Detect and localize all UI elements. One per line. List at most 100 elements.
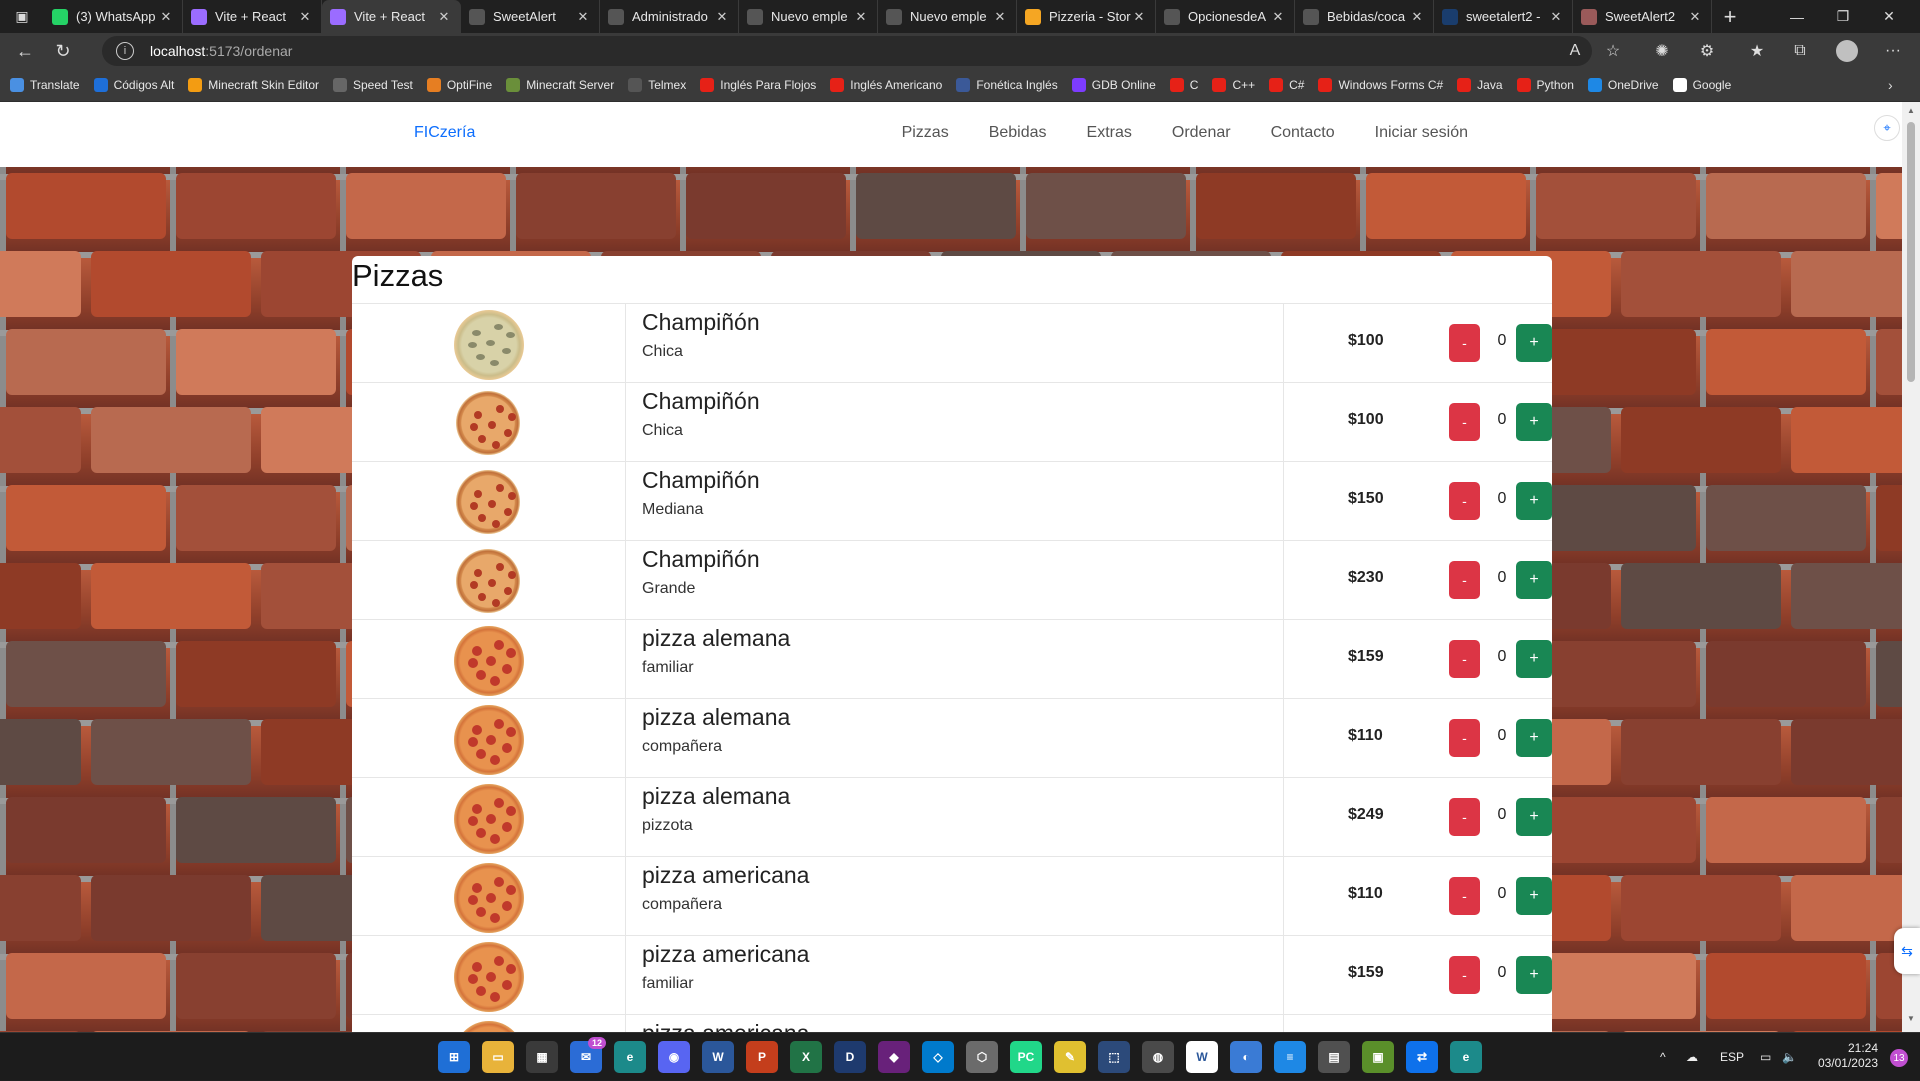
calculator-icon[interactable]: ▤ bbox=[1318, 1041, 1350, 1073]
minecraft-icon[interactable]: ▣ bbox=[1362, 1041, 1394, 1073]
excel-icon[interactable]: X bbox=[790, 1041, 822, 1073]
tab-close-icon[interactable]: ✕ bbox=[992, 9, 1008, 25]
brand-link[interactable]: FICzería bbox=[414, 124, 475, 142]
browser-tab[interactable]: Vite + React ✕ bbox=[322, 0, 461, 33]
powerpoint-icon[interactable]: P bbox=[746, 1041, 778, 1073]
notification-badge[interactable]: 13 bbox=[1890, 1049, 1908, 1067]
browser-tab[interactable]: (3) WhatsApp ✕ bbox=[44, 0, 183, 33]
bookmark-item[interactable]: Translate bbox=[10, 78, 80, 92]
puzzle-icon[interactable]: ⚙ bbox=[1690, 33, 1724, 69]
tab-close-icon[interactable]: ✕ bbox=[1409, 9, 1425, 25]
decrease-quantity-button[interactable]: - bbox=[1449, 798, 1480, 836]
sticky-app-icon[interactable]: ✎ bbox=[1054, 1041, 1086, 1073]
ssms-icon[interactable]: ⬚ bbox=[1098, 1041, 1130, 1073]
page-scrollbar[interactable]: ▲ ▼ bbox=[1902, 102, 1920, 1032]
tab-close-icon[interactable]: ✕ bbox=[1131, 9, 1147, 25]
scroll-down-icon[interactable]: ▼ bbox=[1906, 1014, 1916, 1023]
visual-studio-icon[interactable]: ◆ bbox=[878, 1041, 910, 1073]
chrome-icon[interactable]: ◍ bbox=[1142, 1041, 1174, 1073]
profile-avatar[interactable] bbox=[1830, 33, 1864, 69]
tab-close-icon[interactable]: ✕ bbox=[1270, 9, 1286, 25]
browser-tab[interactable]: SweetAlert2 ✕ bbox=[1573, 0, 1712, 33]
mail-icon[interactable]: ✉ 12 bbox=[570, 1037, 607, 1073]
tab-close-icon[interactable]: ✕ bbox=[853, 9, 869, 25]
decrease-quantity-button[interactable]: - bbox=[1449, 877, 1480, 915]
nav-link[interactable]: Contacto bbox=[1271, 124, 1335, 142]
site-info-icon[interactable]: i bbox=[116, 42, 134, 60]
wordpad-icon[interactable]: W bbox=[1186, 1041, 1218, 1073]
decrease-quantity-button[interactable]: - bbox=[1449, 956, 1480, 994]
tab-actions-icon[interactable]: ▣ bbox=[0, 0, 44, 33]
favorites-icon[interactable]: ★ bbox=[1740, 33, 1774, 69]
bookmark-item[interactable]: OneDrive bbox=[1587, 78, 1659, 92]
favorite-star-icon[interactable]: ☆ bbox=[1596, 33, 1630, 69]
minimize-icon[interactable]: — bbox=[1774, 0, 1820, 33]
nav-link[interactable]: Ordenar bbox=[1172, 124, 1231, 142]
decrease-quantity-button[interactable]: - bbox=[1449, 640, 1480, 678]
decrease-quantity-button[interactable]: - bbox=[1449, 324, 1480, 362]
browser-tab[interactable]: Nuevo emple ✕ bbox=[739, 0, 878, 33]
bookmark-item[interactable]: Minecraft Skin Editor bbox=[188, 78, 319, 92]
tab-close-icon[interactable]: ✕ bbox=[297, 9, 313, 25]
onedrive-tray-icon[interactable]: ☁ bbox=[1686, 1033, 1698, 1081]
collections-icon[interactable]: ⧉ bbox=[1783, 33, 1817, 69]
edge-icon[interactable]: e bbox=[1450, 1041, 1482, 1073]
bookmark-item[interactable]: Minecraft Server bbox=[506, 78, 614, 92]
decrease-quantity-button[interactable]: - bbox=[1449, 561, 1480, 599]
tab-close-icon[interactable]: ✕ bbox=[575, 9, 591, 25]
bookmark-item[interactable]: Java bbox=[1457, 78, 1503, 92]
new-tab-button[interactable]: + bbox=[1712, 0, 1748, 33]
browser-tab[interactable]: Vite + React ✕ bbox=[183, 0, 322, 33]
devhome-icon[interactable]: D bbox=[834, 1041, 866, 1073]
bookmark-item[interactable]: Speed Test bbox=[333, 78, 413, 92]
discord-icon[interactable]: ◉ bbox=[658, 1041, 690, 1073]
read-aloud-icon[interactable]: A bbox=[1558, 33, 1592, 69]
restore-icon[interactable]: ❐ bbox=[1820, 0, 1866, 33]
network-icon[interactable]: ▭ bbox=[1760, 1033, 1771, 1081]
bookmark-item[interactable]: Inglés Para Flojos bbox=[700, 78, 816, 92]
edge-dev-icon[interactable]: e bbox=[614, 1041, 646, 1073]
bookmark-item[interactable]: Inglés Americano bbox=[830, 78, 942, 92]
pycharm-icon[interactable]: PC bbox=[1010, 1041, 1042, 1073]
browser-tab[interactable]: Pizzeria - Stor ✕ bbox=[1017, 0, 1156, 33]
browser-tab[interactable]: Bebidas/coca ✕ bbox=[1295, 0, 1434, 33]
browser-tab[interactable]: SweetAlert ✕ bbox=[461, 0, 600, 33]
volume-icon[interactable]: 🔈 bbox=[1782, 1033, 1797, 1081]
increase-quantity-button[interactable]: + bbox=[1516, 956, 1552, 994]
bookmark-item[interactable]: Códigos Alt bbox=[93, 78, 174, 92]
scroll-up-icon[interactable]: ▲ bbox=[1906, 106, 1916, 115]
teamviewer-icon[interactable]: ⇄ bbox=[1406, 1041, 1438, 1073]
tab-close-icon[interactable]: ✕ bbox=[1548, 9, 1564, 25]
nav-link[interactable]: Bebidas bbox=[989, 124, 1047, 142]
tab-close-icon[interactable]: ✕ bbox=[436, 9, 452, 25]
increase-quantity-button[interactable]: + bbox=[1516, 561, 1552, 599]
close-window-icon[interactable]: ✕ bbox=[1866, 0, 1912, 33]
bookmark-item[interactable]: Python bbox=[1516, 78, 1574, 92]
browser-tab[interactable]: OpcionesdeA ✕ bbox=[1156, 0, 1295, 33]
bookmark-item[interactable]: C bbox=[1169, 78, 1198, 92]
visual-search-icon[interactable]: ⌖ bbox=[1874, 115, 1900, 141]
nav-link[interactable]: Iniciar sesión bbox=[1375, 124, 1468, 142]
language-indicator[interactable]: ESP bbox=[1720, 1033, 1744, 1081]
extension-icon[interactable]: ✺ bbox=[1645, 33, 1679, 69]
vscode-icon[interactable]: ◇ bbox=[922, 1041, 954, 1073]
increase-quantity-button[interactable]: + bbox=[1516, 877, 1552, 915]
system-clock[interactable]: 21:24 03/01/2023 bbox=[1800, 1041, 1878, 1071]
decrease-quantity-button[interactable]: - bbox=[1449, 482, 1480, 520]
increase-quantity-button[interactable]: + bbox=[1516, 798, 1552, 836]
word-icon[interactable]: W bbox=[702, 1041, 734, 1073]
nav-link[interactable]: Pizzas bbox=[902, 124, 949, 142]
tab-close-icon[interactable]: ✕ bbox=[714, 9, 730, 25]
browser-tab[interactable]: sweetalert2 - ✕ bbox=[1434, 0, 1573, 33]
increase-quantity-button[interactable]: + bbox=[1516, 640, 1552, 678]
increase-quantity-button[interactable]: + bbox=[1516, 482, 1552, 520]
start-icon[interactable]: ⊞ bbox=[438, 1041, 470, 1073]
address-bar[interactable]: i localhost :5173/ordenar bbox=[102, 36, 1592, 66]
increase-quantity-button[interactable]: + bbox=[1516, 324, 1552, 362]
store-icon[interactable]: ▦ bbox=[526, 1041, 558, 1073]
back-icon[interactable]: ← bbox=[8, 36, 42, 66]
bookmark-item[interactable]: Telmex bbox=[628, 78, 686, 92]
tray-chevron-icon[interactable]: ^ bbox=[1660, 1033, 1666, 1081]
bookmark-item[interactable]: C++ bbox=[1212, 78, 1255, 92]
file-explorer-icon[interactable]: ▭ bbox=[482, 1041, 514, 1073]
